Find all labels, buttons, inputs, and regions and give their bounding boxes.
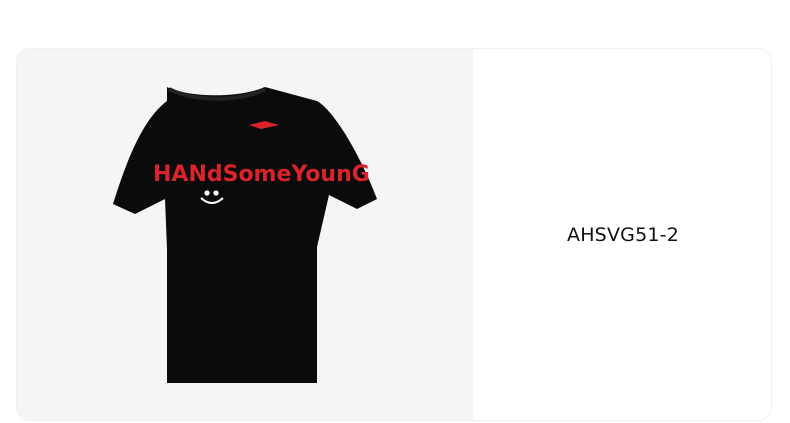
product-image[interactable]: HANdSomeYounG [17, 49, 473, 420]
product-info: AHSVG51-2 [473, 49, 771, 420]
product-code: AHSVG51-2 [567, 223, 679, 246]
black-tshirt-icon: HANdSomeYounG [113, 87, 377, 383]
print-text: HANdSomeYounG [153, 162, 370, 187]
product-card[interactable]: HANdSomeYounG AHSVG51-2 [16, 48, 772, 421]
